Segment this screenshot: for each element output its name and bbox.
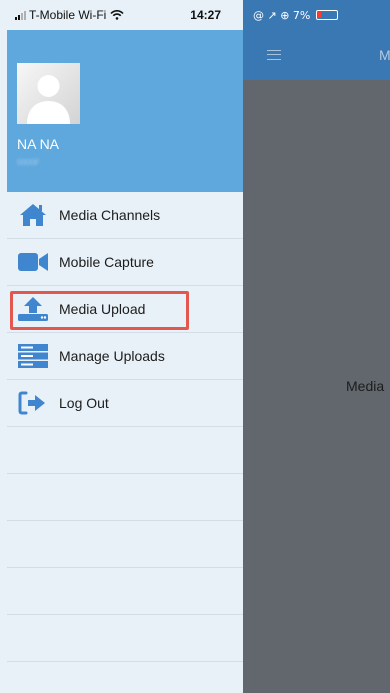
- main-app-background[interactable]: @ ↗ ⊕ 7% M Media: [243, 0, 390, 693]
- menu-item-log-out[interactable]: Log Out: [7, 380, 243, 427]
- main-header-title: M: [379, 47, 390, 63]
- user-subtitle: 0000F: [17, 158, 40, 167]
- logout-icon: [17, 390, 49, 416]
- empty-row: [7, 615, 243, 662]
- main-header: M: [243, 30, 390, 80]
- video-camera-icon: [17, 249, 49, 275]
- user-name: NA NA: [17, 136, 60, 152]
- avatar[interactable]: [17, 63, 80, 124]
- menu-item-label: Manage Uploads: [59, 348, 165, 364]
- menu-item-label: Media Channels: [59, 207, 161, 223]
- menu-item-media-channels[interactable]: Media Channels: [7, 192, 243, 239]
- menu-item-label: Mobile Capture: [59, 254, 154, 270]
- empty-row: [7, 521, 243, 568]
- menu-item-label: Log Out: [59, 395, 109, 411]
- upload-icon: [17, 296, 49, 322]
- menu-item-mobile-capture[interactable]: Mobile Capture: [7, 239, 243, 286]
- battery-icon: [316, 10, 339, 20]
- home-icon: [17, 202, 49, 228]
- user-silhouette-icon: [27, 75, 70, 124]
- profile-header: NA NA 0000F: [7, 30, 243, 192]
- main-content-text: Media: [346, 378, 385, 394]
- menu-item-manage-uploads[interactable]: Manage Uploads: [7, 333, 243, 380]
- empty-row: [7, 474, 243, 521]
- main-status-bar: @ ↗ ⊕ 7%: [243, 0, 390, 30]
- empty-row: [7, 427, 243, 474]
- empty-row: [7, 568, 243, 615]
- carrier-label: T-Mobile Wi-Fi: [29, 8, 107, 22]
- server-stack-icon: [17, 343, 49, 369]
- status-indicators: @ ↗ ⊕ 7%: [253, 8, 311, 22]
- hamburger-menu-icon[interactable]: [267, 50, 281, 60]
- status-bar: T-Mobile Wi-Fi 14:27: [7, 0, 243, 30]
- menu-item-label: Media Upload: [59, 301, 146, 317]
- status-time: 14:27: [190, 8, 221, 22]
- menu-item-media-upload[interactable]: Media Upload: [7, 286, 243, 333]
- signal-icon: [15, 10, 26, 20]
- navigation-drawer: T-Mobile Wi-Fi 14:27 NA NA 0000F Media C…: [7, 0, 243, 693]
- wifi-icon: [110, 10, 124, 20]
